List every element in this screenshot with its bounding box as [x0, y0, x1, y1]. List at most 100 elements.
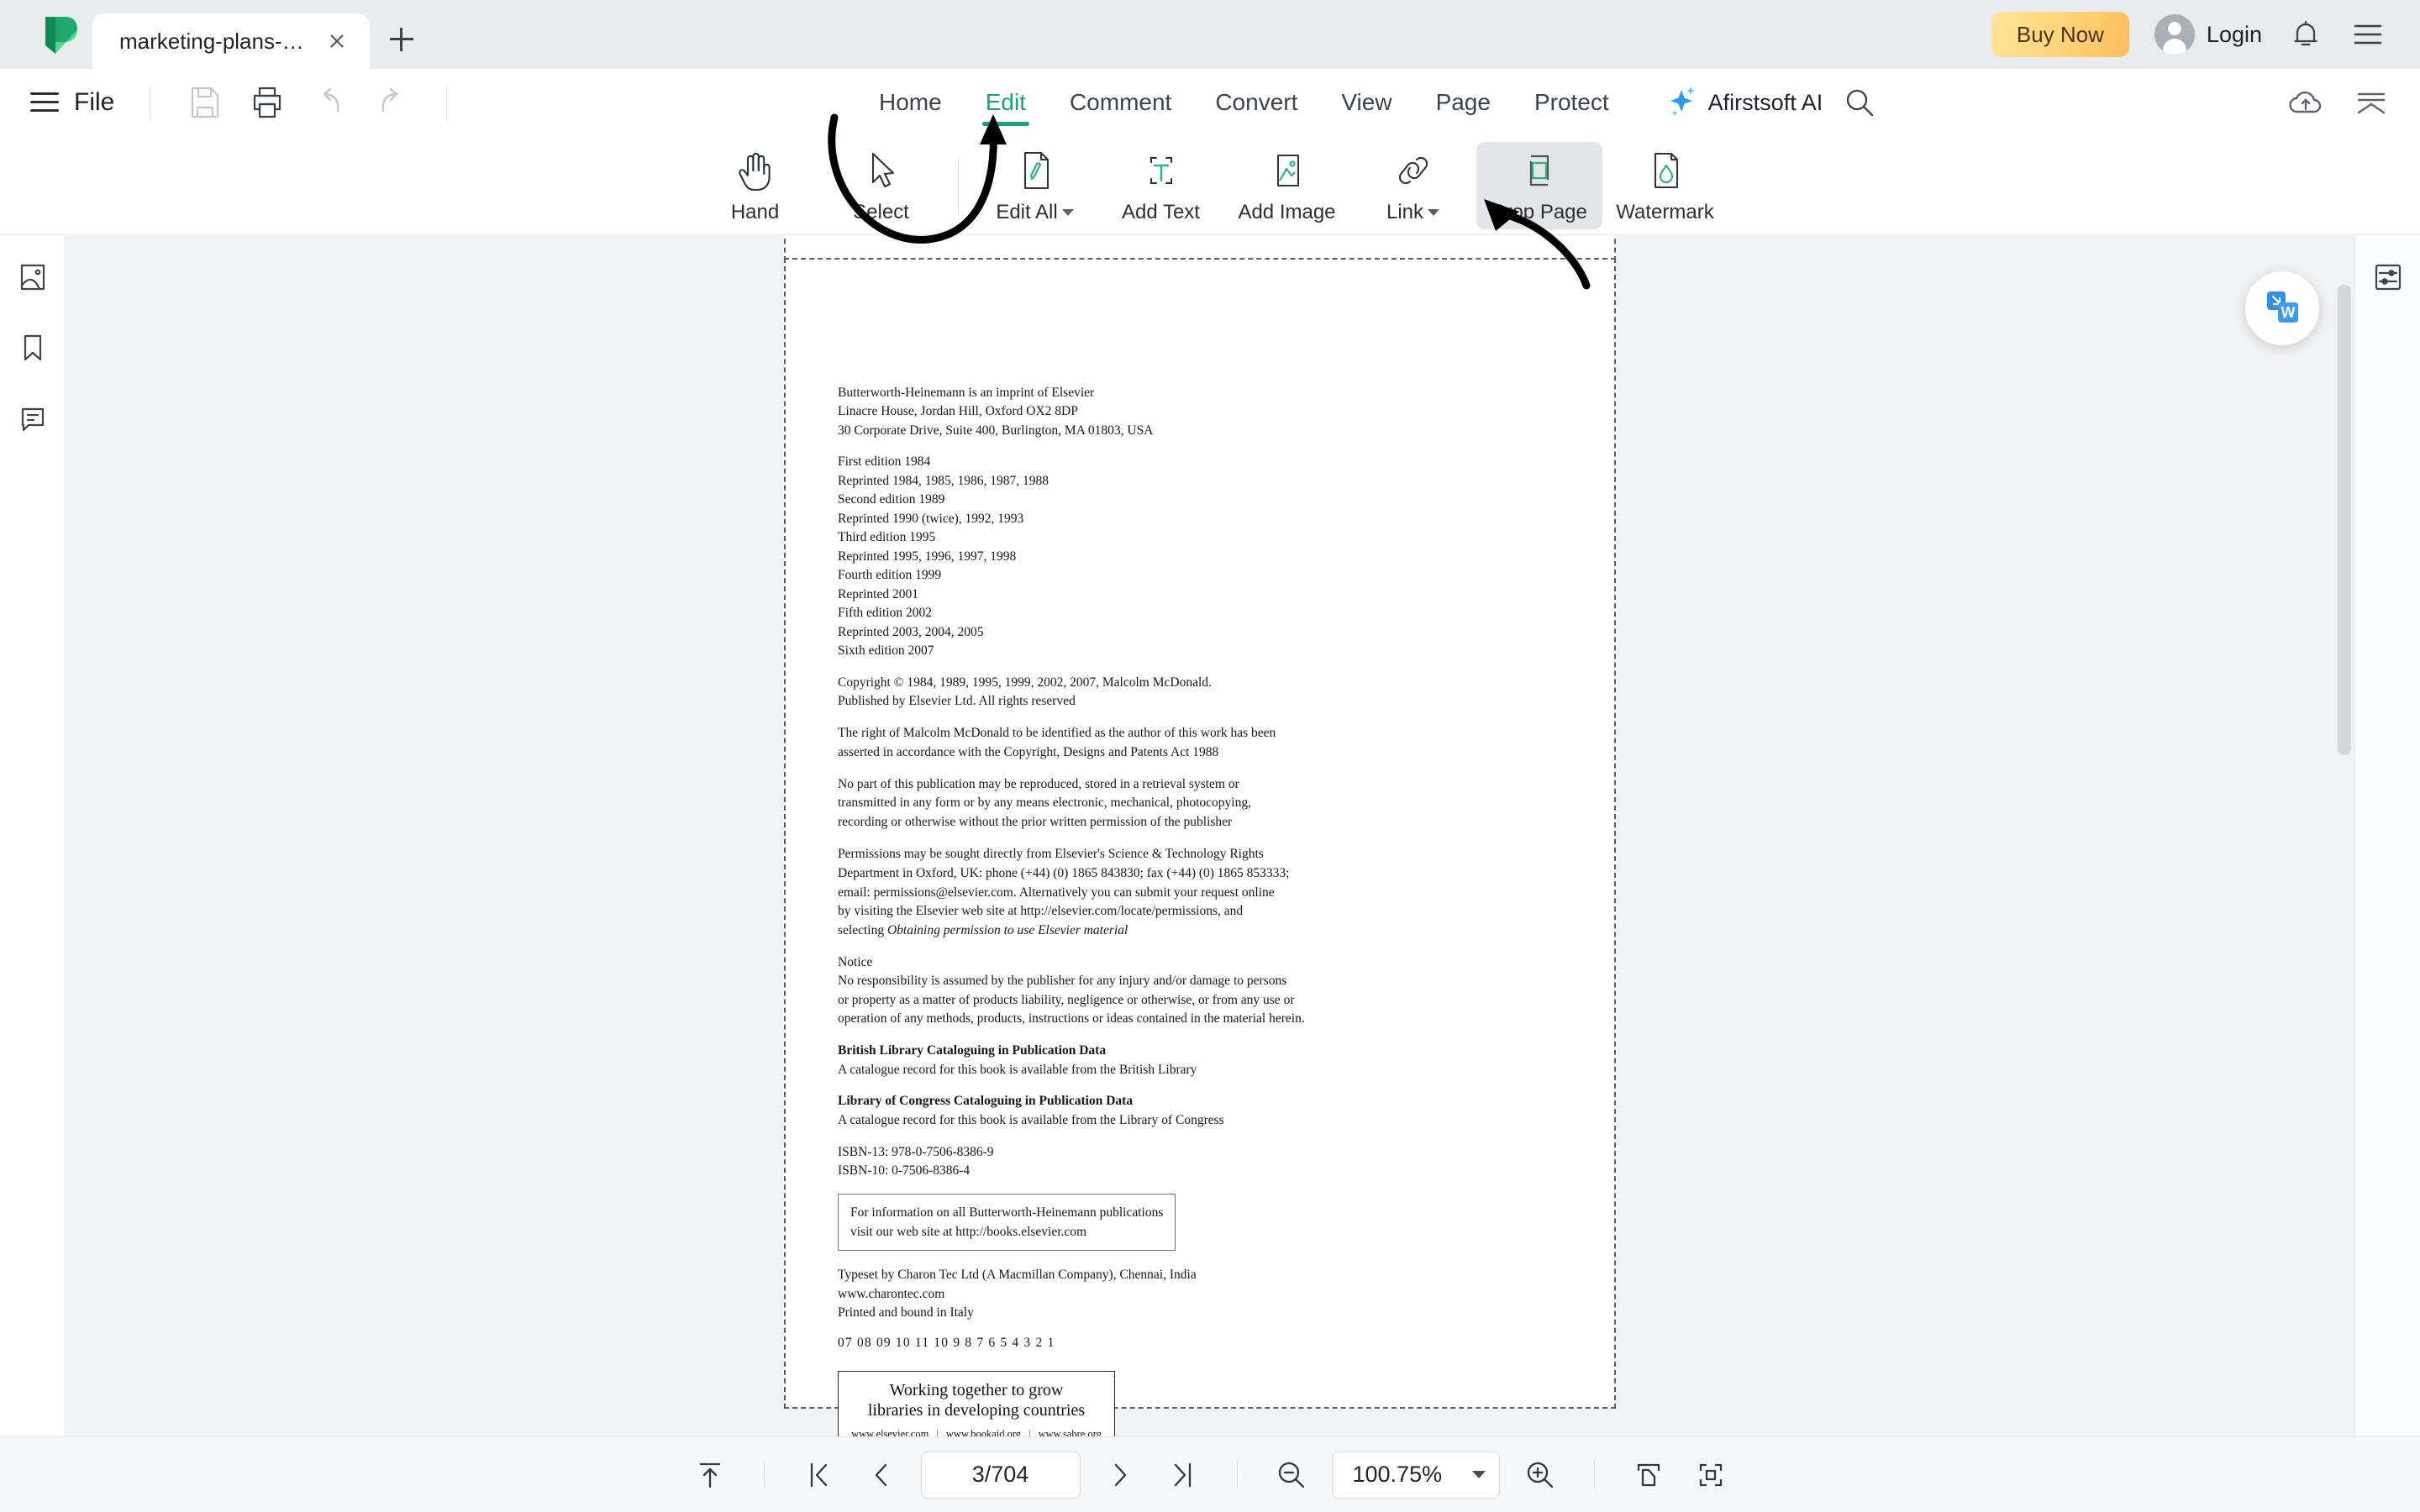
menu-item-comment[interactable]: Comment: [1048, 69, 1193, 136]
chevron-down-icon[interactable]: [1061, 208, 1074, 216]
hamburger-menu-icon[interactable]: [2349, 16, 2386, 53]
printing-number-line: 07 08 09 10 11 10 9 8 7 6 5 4 3 2 1: [838, 1335, 1055, 1350]
reproduction-line: No part of this publication may be repro…: [838, 776, 1239, 791]
edition-history-block: First edition 1984 Reprinted 1984, 1985,…: [838, 453, 1572, 660]
sidebar-item-comments[interactable]: [8, 396, 57, 444]
buy-now-button[interactable]: Buy Now: [1991, 12, 2129, 57]
imprint-block: Butterworth-Heinemann is an imprint of E…: [838, 384, 1572, 440]
banner-separator: |: [1028, 1427, 1031, 1436]
link-icon: [1393, 147, 1434, 194]
print-button[interactable]: [248, 83, 287, 122]
divider: [1236, 1460, 1238, 1489]
menu-item-protect[interactable]: Protect: [1512, 69, 1631, 136]
menu-item-edit[interactable]: Edit: [964, 69, 1048, 136]
pdf-page[interactable]: Butterworth-Heinemann is an imprint of E…: [784, 258, 1616, 1436]
afirstsoft-ai-button[interactable]: Afirstsoft AI: [1631, 83, 1823, 123]
isbn-13: ISBN-13: 978-0-7506-8386-9: [838, 1144, 994, 1159]
link-label: Link: [1386, 200, 1440, 224]
british-library-heading: British Library Cataloguing in Publicati…: [838, 1042, 1107, 1058]
zoom-in-button[interactable]: [1518, 1453, 1562, 1497]
main-menu: Home Edit Comment Convert View Page Prot…: [857, 69, 1878, 136]
zoom-out-button[interactable]: [1270, 1453, 1313, 1497]
banner-separator: |: [936, 1427, 939, 1436]
sliders-settings-icon: [2371, 260, 2405, 298]
notice-line: or property as a matter of products liab…: [838, 992, 1295, 1007]
tab-title: marketing-plans-sixth-e...: [119, 28, 314, 54]
search-icon[interactable]: [1841, 84, 1878, 121]
library-congress-heading: Library of Congress Cataloguing in Publi…: [838, 1094, 1134, 1109]
add-text-icon: [1140, 147, 1182, 194]
page-content: Butterworth-Heinemann is an imprint of E…: [838, 384, 1572, 1436]
fit-page-button[interactable]: [1627, 1453, 1670, 1497]
afirstsoft-ai-label: Afirstsoft AI: [1707, 89, 1823, 115]
menu-item-view[interactable]: View: [1319, 69, 1413, 136]
hamburger-icon[interactable]: [30, 92, 59, 113]
watermark-button[interactable]: Watermark: [1602, 142, 1728, 229]
edit-all-button[interactable]: Edit All: [972, 142, 1098, 229]
edit-ribbon-toolbar: Hand Select Edit All Add Text Add Image …: [0, 136, 2420, 235]
add-image-label: Add Image: [1238, 200, 1336, 223]
imprint-line: Butterworth-Heinemann is an imprint of E…: [838, 386, 1095, 400]
chevron-down-icon[interactable]: [1428, 208, 1440, 216]
undo-button[interactable]: [310, 83, 349, 122]
document-canvas[interactable]: Butterworth-Heinemann is an imprint of E…: [66, 236, 2420, 1436]
close-icon[interactable]: [323, 27, 351, 55]
link-text: Link: [1386, 200, 1424, 223]
properties-panel-button[interactable]: [2364, 255, 2412, 303]
document-tab[interactable]: marketing-plans-sixth-e...: [92, 13, 370, 69]
imprint-line: 30 Corporate Drive, Suite 400, Burlingto…: [838, 423, 1154, 438]
save-button[interactable]: [186, 83, 224, 122]
app-logo-icon: [37, 13, 81, 57]
plus-icon[interactable]: [378, 15, 425, 62]
select-tool-button[interactable]: Select: [818, 142, 944, 229]
moral-right-block: The right of Malcolm McDonald to be iden…: [838, 724, 1572, 763]
collapse-ribbon-icon[interactable]: [2353, 84, 2390, 121]
vertical-scrollbar[interactable]: [2338, 270, 2351, 1420]
login-button[interactable]: Login: [2154, 14, 2262, 55]
file-menu-button[interactable]: File: [74, 88, 114, 117]
library-congress-block: Library of Congress Cataloguing in Publi…: [838, 1092, 1572, 1131]
hand-tool-button[interactable]: Hand: [692, 142, 818, 229]
prev-page-button[interactable]: [859, 1453, 902, 1497]
copyright-line: Published by Elsevier Ltd. All rights re…: [838, 694, 1076, 709]
first-page-button[interactable]: [797, 1453, 840, 1497]
banner-url: www.sabre.org: [1038, 1427, 1102, 1436]
window-tab-bar: marketing-plans-sixth-e... Buy Now Login: [0, 0, 2420, 69]
avatar-icon: [2154, 14, 2195, 55]
edition-line: Sixth edition 2007: [838, 643, 934, 659]
bell-icon[interactable]: [2287, 16, 2324, 53]
left-sidebar: [0, 236, 66, 1436]
edition-line: Second edition 1989: [838, 492, 945, 507]
divider: [763, 1460, 765, 1489]
sidebar-item-thumbnails[interactable]: [8, 255, 57, 303]
convert-to-word-button[interactable]: W: [2245, 271, 2319, 345]
permissions-block: Permissions may be sought directly from …: [838, 845, 1572, 941]
cloud-upload-icon[interactable]: [2287, 84, 2324, 121]
zoom-level-select[interactable]: 100.75%: [1331, 1451, 1500, 1499]
crop-page-label: Crop Page: [1491, 200, 1587, 223]
svg-text:W: W: [2281, 304, 2296, 321]
add-image-button[interactable]: Add Image: [1224, 142, 1350, 229]
edition-line: Reprinted 1984, 1985, 1986, 1987, 1988: [838, 473, 1049, 488]
crop-page-icon: [1519, 147, 1560, 194]
next-page-button[interactable]: [1099, 1453, 1143, 1497]
page-number-input[interactable]: 3/704: [920, 1451, 1081, 1499]
link-button[interactable]: Link: [1350, 142, 1476, 229]
redo-button[interactable]: [372, 83, 411, 122]
sidebar-item-bookmarks[interactable]: [8, 325, 57, 374]
menu-item-home[interactable]: Home: [857, 69, 964, 136]
scrollbar-thumb[interactable]: [2338, 285, 2351, 755]
add-text-button[interactable]: Add Text: [1098, 142, 1224, 229]
menu-item-page[interactable]: Page: [1414, 69, 1512, 136]
chevron-down-icon[interactable]: [1471, 1471, 1486, 1478]
login-label: Login: [2206, 21, 2262, 47]
last-page-button[interactable]: [1161, 1453, 1205, 1497]
divider: [446, 85, 448, 120]
crop-page-button[interactable]: Crop Page: [1476, 141, 1602, 229]
edition-line: First edition 1984: [838, 454, 931, 470]
menu-item-convert[interactable]: Convert: [1193, 69, 1319, 136]
scroll-to-top-button[interactable]: [688, 1453, 732, 1497]
copyright-block: Copyright © 1984, 1989, 1995, 1999, 2002…: [838, 674, 1572, 712]
fit-width-button[interactable]: [1689, 1453, 1733, 1497]
page-thumbnail-icon: [16, 260, 50, 298]
